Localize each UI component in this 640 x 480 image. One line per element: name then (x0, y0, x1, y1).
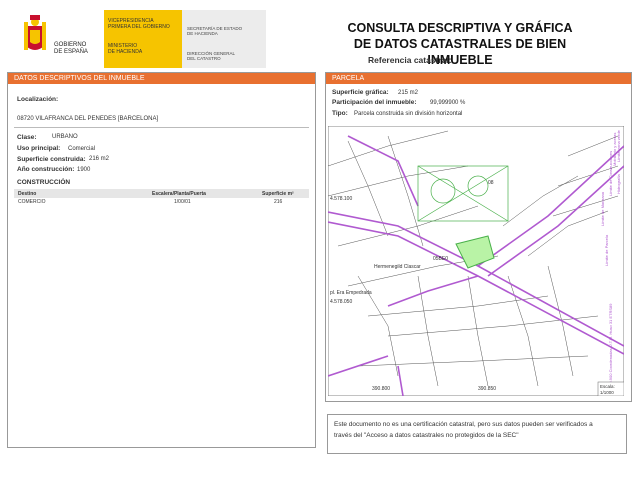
sec-line-2: DE HACIENDA (187, 31, 218, 36)
descriptive-data-header: DATOS DESCRIPTIVOS DEL INMUEBLE (8, 73, 315, 84)
disclaimer-line-1: Este documento no es una certificación c… (334, 421, 593, 428)
street-label-2: Hermenegild Clascar (374, 264, 421, 270)
tipo-label: Tipo: (332, 110, 348, 117)
uso-label: Uso principal: (17, 145, 61, 152)
clase-label: Clase: (17, 134, 37, 141)
cadastral-map[interactable]: 4.578.100 4.578.050 390.800 390.850 pl. … (327, 125, 625, 397)
parcela-header: PARCELA (326, 73, 631, 84)
street-label: pl. Era Empedrada (330, 290, 372, 296)
secretariat-block: SECRETARÍA DE ESTADO DE HACIENDA DIRECCI… (182, 10, 266, 68)
localizacion-label: Localización: (17, 96, 59, 103)
legend-6: Hidrografía (616, 173, 621, 194)
gov-line-2: PRIMERA DEL GOBIERNO (108, 24, 170, 30)
referencia-catastral-label: Referencia catastral: (368, 55, 452, 65)
coord-y-bottom: 4.578.050 (330, 299, 352, 305)
sup-grafica-value: 215 m2 (398, 90, 419, 96)
coord-x-right: 390.850 (478, 386, 496, 392)
legend-5: Límite zona verde (616, 129, 621, 162)
superficie-value: 216 m2 (89, 156, 110, 162)
th-superficie: Superficie m² (262, 191, 294, 197)
participacion-value: 99,999900 % (430, 100, 466, 106)
escala-value: 1/1000 (600, 390, 614, 395)
escala-label: Escala: (600, 384, 615, 389)
sec-line-4: DEL CATASTRO (187, 56, 221, 61)
parcel-label-2: 05BE0 (433, 256, 448, 262)
gob-line-1: GOBIERNO (54, 42, 87, 48)
tipo-value: Parcela construida sin división horizont… (354, 111, 463, 117)
th-destino: Destino (18, 191, 37, 197)
gob-line-2: DE ESPAÑA (54, 49, 88, 55)
descriptive-data-panel: DATOS DESCRIPTIVOS DEL INMUEBLE Localiza… (7, 72, 316, 448)
coord-y-top: 4.578.100 (330, 196, 352, 202)
ministry-block: VICEPRESIDENCIA PRIMERA DEL GOBIERNO MIN… (104, 10, 182, 68)
coord-x-left: 390.800 (372, 386, 390, 392)
address-value: 08720 VILAFRANCA DEL PENEDES [BARCELONA] (17, 116, 159, 122)
parcel-label: 08 (488, 180, 494, 186)
sup-grafica-label: Superficie gráfica: (332, 89, 389, 96)
cell-superficie: 216 (274, 199, 283, 205)
clase-value: URBANO (52, 134, 78, 140)
legend-2: Límite de Parcela (604, 234, 609, 266)
divider (14, 127, 309, 128)
title-line-1: CONSULTA DESCRIPTIVA Y GRÁFICA (347, 21, 573, 35)
anio-value: 1900 (77, 167, 91, 173)
cell-escalera: 1/00/01 (174, 199, 191, 205)
cell-destino: COMERCIO (18, 199, 46, 205)
disclaimer-line-2: través del "Acceso a datos catastrales n… (334, 432, 519, 439)
disclaimer-note: Este documento no es una certificación c… (327, 414, 627, 454)
gov-line-4: DE HACIENDA (108, 49, 143, 55)
crs-label: 390.900 Coordenadas U.T.M. Huso 31 ETRS8… (608, 303, 613, 388)
government-logo: GOBIERNO DE ESPAÑA (8, 12, 104, 66)
participacion-label: Participación del inmueble: (332, 99, 417, 106)
construccion-title: CONSTRUCCIÓN (17, 179, 71, 186)
uso-value: Comercial (68, 146, 96, 152)
superficie-label: Superficie construida: (17, 156, 86, 163)
legend-1: Límite de Manzana (600, 191, 605, 226)
th-escalera: Escalera/Planta/Puerta (152, 191, 206, 197)
table-header-row: Destino Escalera/Planta/Puerta Superfici… (14, 189, 309, 198)
anio-label: Año construcción: (17, 166, 75, 173)
